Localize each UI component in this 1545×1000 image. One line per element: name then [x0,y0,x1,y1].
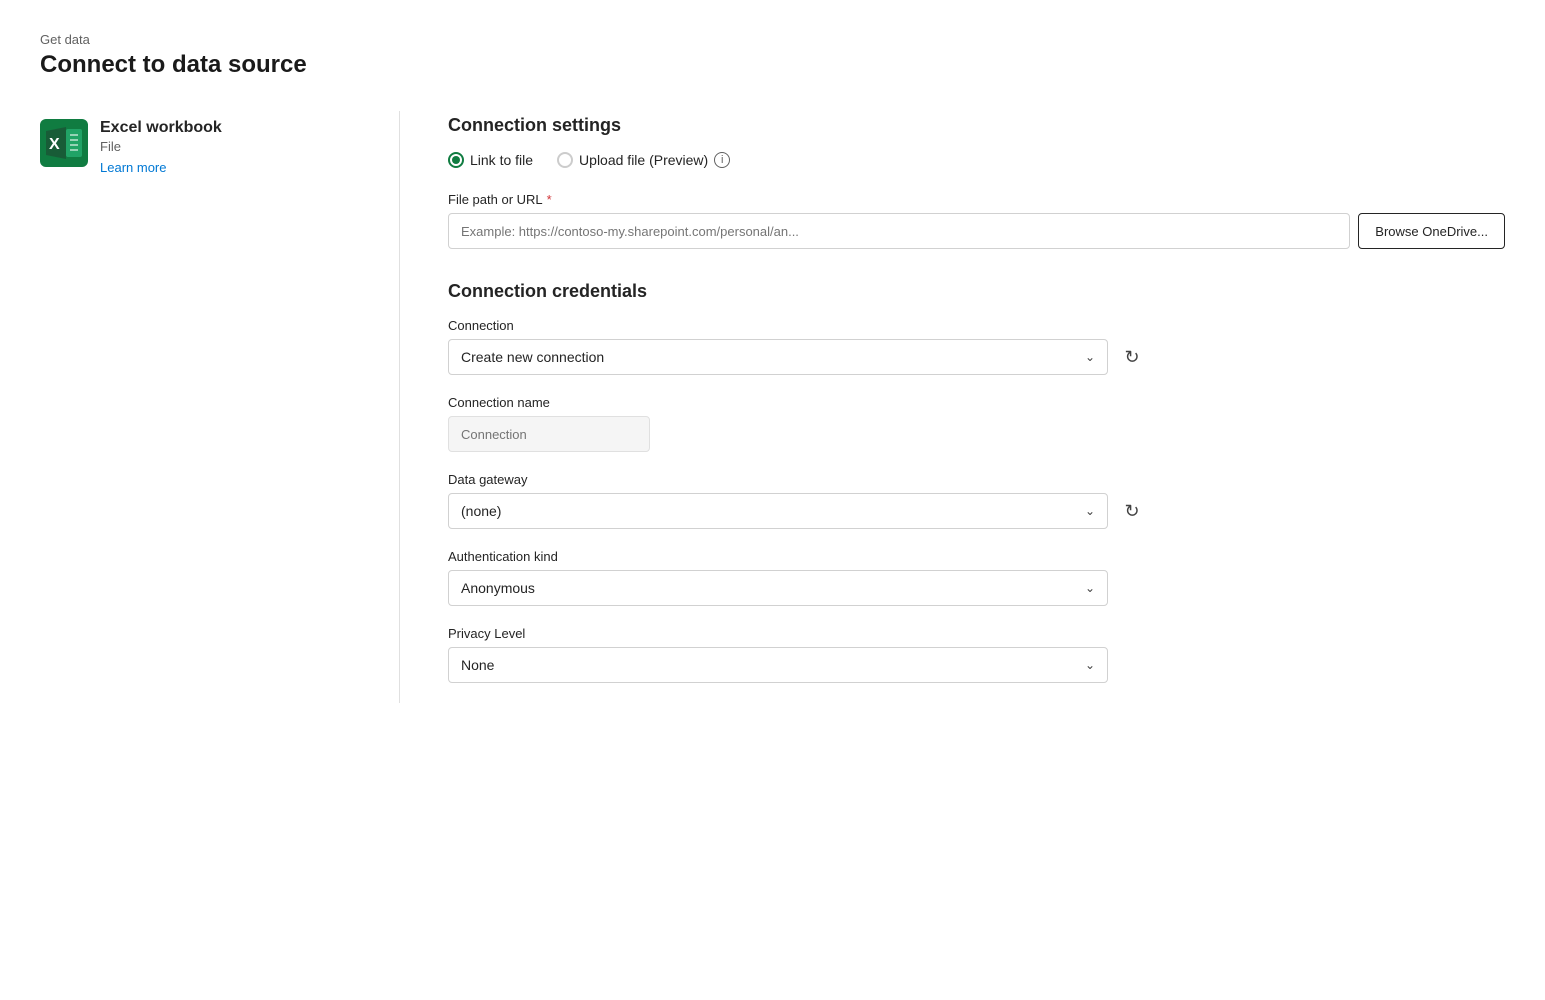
connection-field-group: Connection Create new connection ⌄ ↻ [448,318,1505,375]
connection-settings-title: Connection settings [448,115,1505,136]
source-details: Excel workbook File Learn more [100,119,222,175]
upload-file-option[interactable]: Upload file (Preview) i [557,152,730,168]
file-path-input-row: Browse OneDrive... [448,213,1505,249]
data-gateway-dropdown-value: (none) [461,503,501,519]
authentication-kind-dropdown-value: Anonymous [461,580,535,596]
file-path-label: File path or URL * [448,192,1505,207]
browse-onedrive-button[interactable]: Browse OneDrive... [1358,213,1505,249]
left-panel: X Excel workbook File Learn more [40,111,400,703]
connection-credentials-section: Connection credentials Connection Create… [448,281,1505,683]
privacy-level-select-row: None ⌄ [448,647,1505,683]
authentication-kind-label: Authentication kind [448,549,1505,564]
link-to-file-option[interactable]: Link to file [448,152,533,168]
data-gateway-dropdown[interactable]: (none) ⌄ [448,493,1108,529]
privacy-level-dropdown[interactable]: None ⌄ [448,647,1108,683]
authentication-kind-select-row: Anonymous ⌄ [448,570,1505,606]
privacy-level-label: Privacy Level [448,626,1505,641]
connection-name-input[interactable] [448,416,650,452]
page-title: Connect to data source [40,51,1505,79]
file-path-input[interactable] [448,213,1350,249]
breadcrumb: Get data [40,32,1505,47]
excel-icon: X [40,119,88,167]
connection-select-row: Create new connection ⌄ ↻ [448,339,1505,375]
data-gateway-dropdown-chevron: ⌄ [1085,504,1095,518]
link-to-file-label: Link to file [470,152,533,168]
connection-dropdown-value: Create new connection [461,349,604,365]
svg-text:X: X [49,136,60,153]
authentication-kind-dropdown-chevron: ⌄ [1085,581,1095,595]
connection-dropdown-chevron: ⌄ [1085,350,1095,364]
connection-name-label: Connection name [448,395,1505,410]
upload-file-radio[interactable] [557,152,573,168]
connection-refresh-button[interactable]: ↻ [1116,341,1148,373]
source-name: Excel workbook [100,119,222,137]
data-gateway-field-group: Data gateway (none) ⌄ ↻ [448,472,1505,529]
privacy-level-dropdown-value: None [461,657,494,673]
file-path-field-group: File path or URL * Browse OneDrive... [448,192,1505,249]
learn-more-link[interactable]: Learn more [100,160,222,175]
privacy-level-field-group: Privacy Level None ⌄ [448,626,1505,683]
upload-file-info-icon[interactable]: i [714,152,730,168]
authentication-kind-dropdown[interactable]: Anonymous ⌄ [448,570,1108,606]
data-gateway-select-row: (none) ⌄ ↻ [448,493,1505,529]
connection-name-field-group: Connection name [448,395,1505,452]
right-panel: Connection settings Link to file Upload … [400,111,1505,703]
connection-label: Connection [448,318,1505,333]
connection-credentials-title: Connection credentials [448,281,1505,302]
link-to-file-radio[interactable] [448,152,464,168]
required-star: * [547,192,552,207]
connection-type-radio-group: Link to file Upload file (Preview) i [448,152,1505,168]
connection-dropdown[interactable]: Create new connection ⌄ [448,339,1108,375]
data-gateway-label: Data gateway [448,472,1505,487]
source-type: File [100,139,222,154]
data-gateway-refresh-button[interactable]: ↻ [1116,495,1148,527]
upload-file-label: Upload file (Preview) [579,152,708,168]
authentication-kind-field-group: Authentication kind Anonymous ⌄ [448,549,1505,606]
source-info: X Excel workbook File Learn more [40,119,359,175]
privacy-level-dropdown-chevron: ⌄ [1085,658,1095,672]
